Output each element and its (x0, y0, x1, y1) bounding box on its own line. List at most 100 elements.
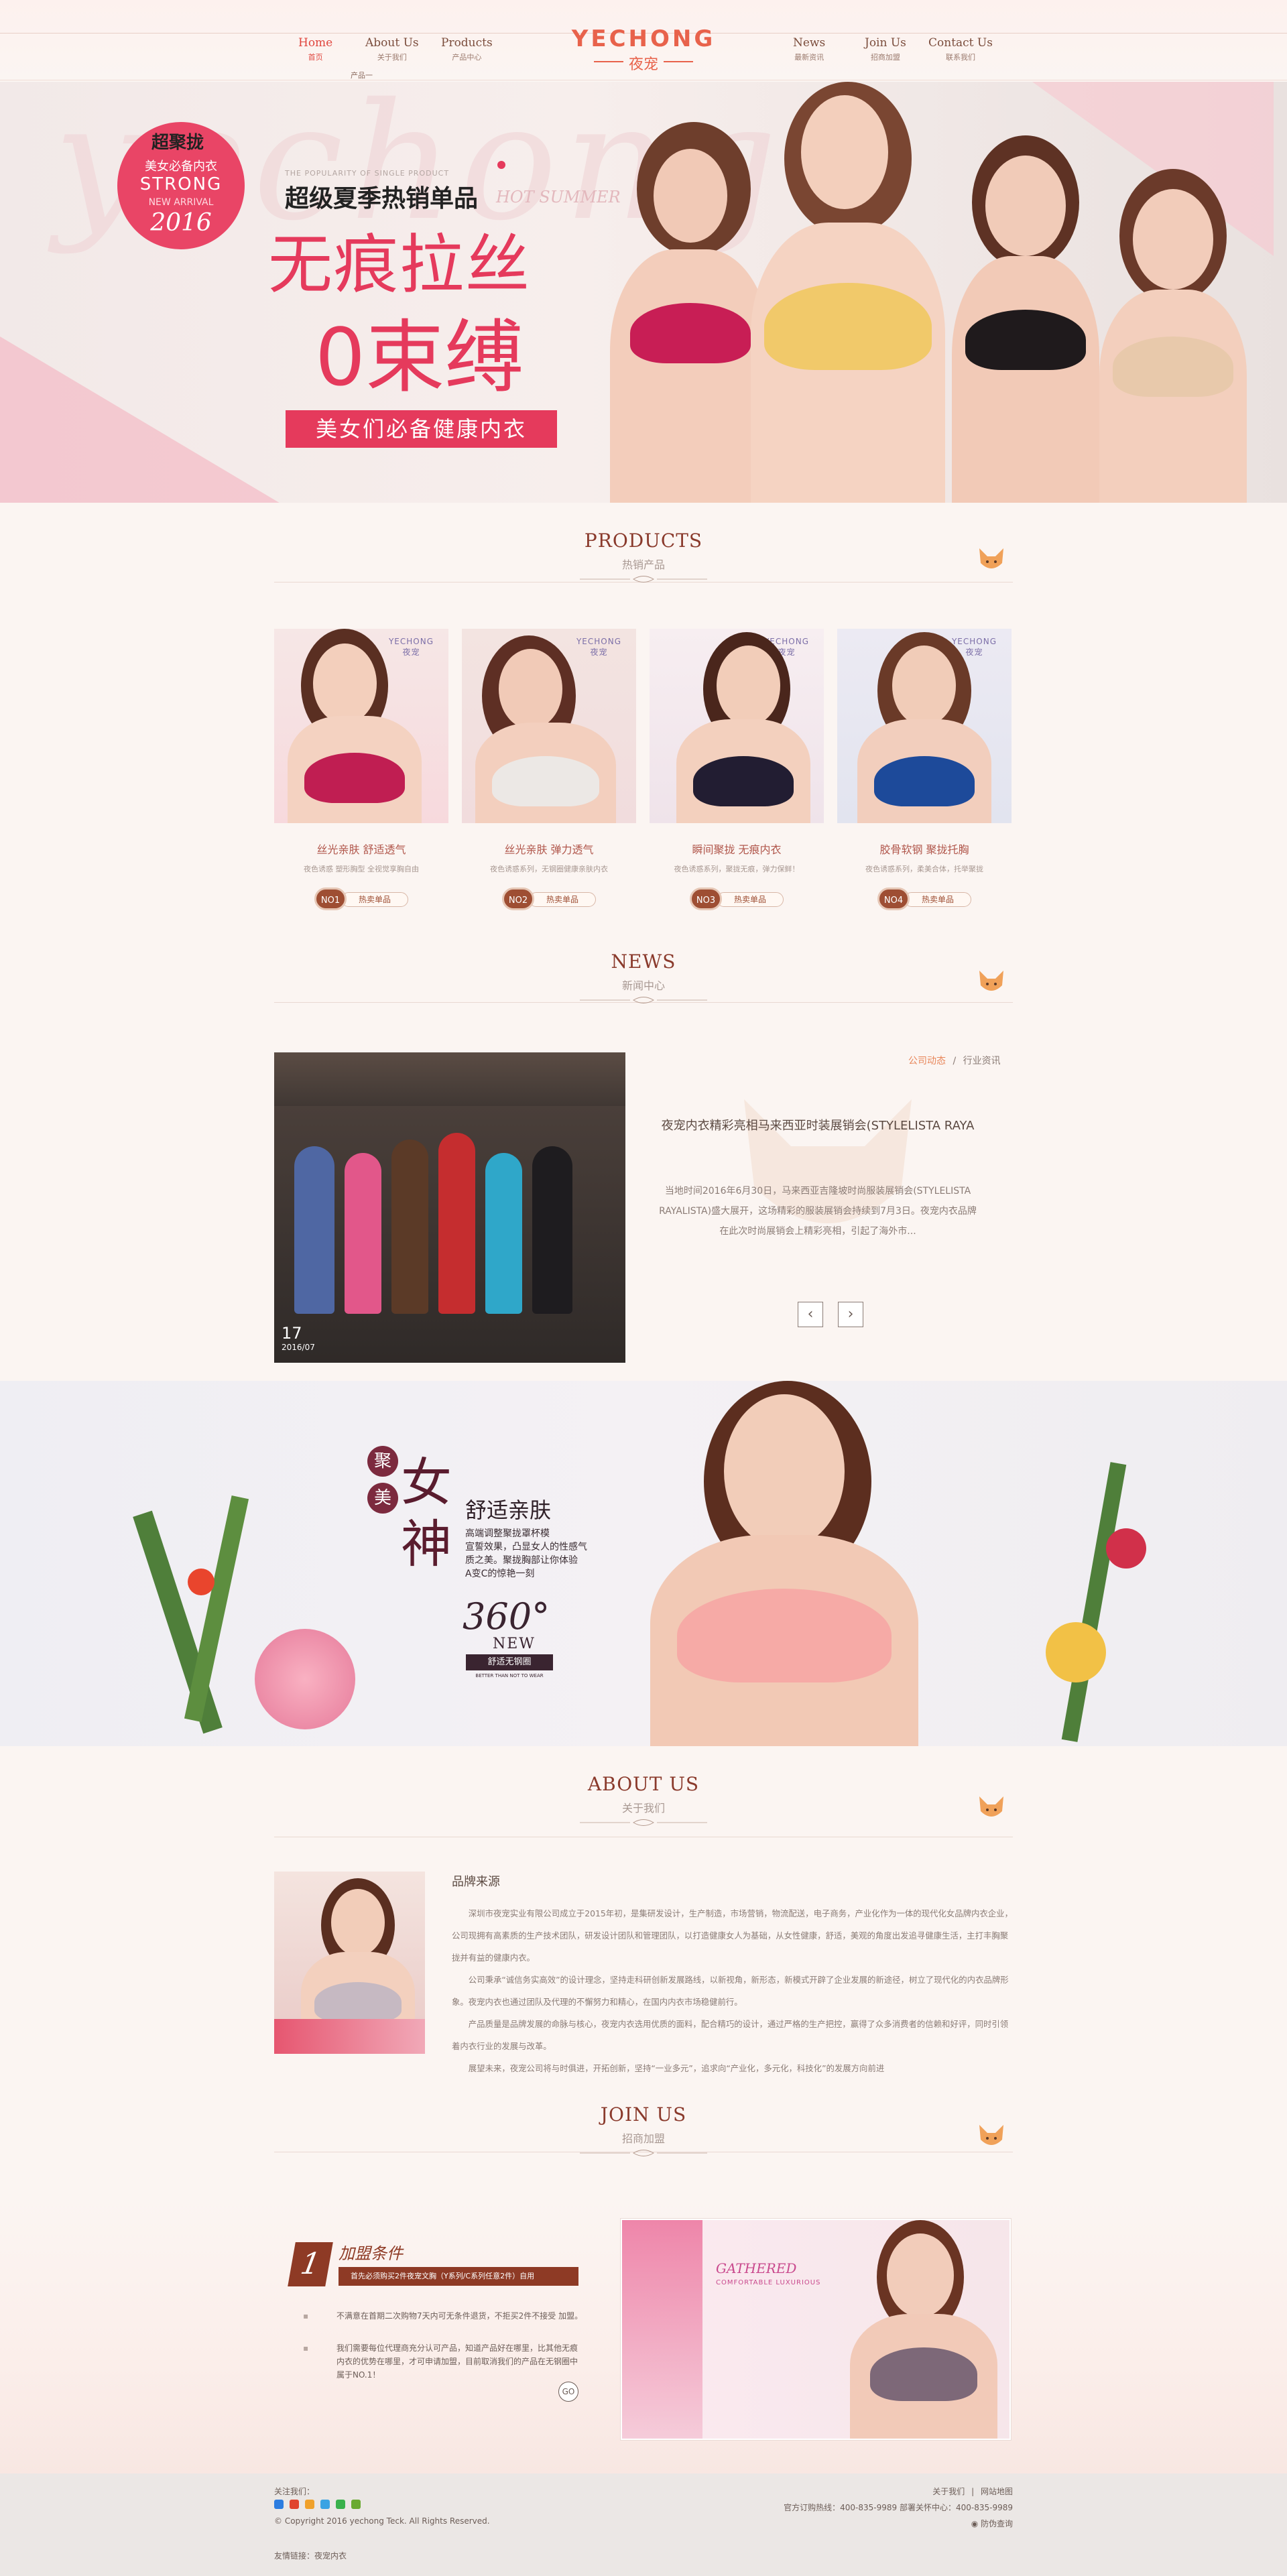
news-month: 2016/07 (282, 1343, 315, 1352)
wechat-icon[interactable] (336, 2500, 346, 2509)
product-image[interactable]: YECHONG 夜宠 (274, 629, 448, 823)
promo-slogan: 舒适亲肤 (465, 1497, 552, 1523)
news-heading: NEWS 新闻中心 (0, 950, 1287, 1005)
badge-line: 美女必备内衣 (145, 160, 217, 174)
nav-home[interactable]: Home 首页 (298, 36, 332, 62)
product-name[interactable]: 胶骨软钢 聚拢托胸 (837, 841, 1012, 857)
go-button[interactable]: GO (558, 2382, 578, 2402)
promo-tag: 舒适无钢圈 (466, 1654, 553, 1670)
top-navigation: Home 首页 About Us 关于我们 Products 产品中心 YECH… (0, 0, 1287, 80)
footer-about-link[interactable]: 关于我们 (932, 2487, 965, 2496)
footer-links[interactable]: 友情链接：夜宠内衣 (274, 2550, 347, 2561)
nav-dropdown-item[interactable]: 产品一 (351, 70, 373, 80)
about-text: 深圳市夜宠实业有限公司成立于2015年初，是集研发设计，生产制造，市场营销，物流… (452, 1902, 1014, 2079)
news-photo[interactable]: 17 2016/07 (274, 1052, 625, 1363)
news-title-en: NEWS (611, 950, 676, 973)
hot-item-tag[interactable]: 热卖单品 NO4 (877, 887, 971, 910)
condition-bar: 首先必须购买2件夜宠文胸（Y系列/C系列任意2件）自用 (339, 2267, 578, 2286)
fox-icon (979, 971, 1003, 991)
promo-banner[interactable]: 聚 美 女 神 舒适亲肤 高端调整聚拢罩杯模 宣誓效果，凸显女人的性感气 质之美… (0, 1381, 1287, 1746)
about-title-en: ABOUT US (587, 1773, 700, 1795)
product-desc: 夜色诱惑系列，无钢圈健康亲肤内衣 (490, 865, 608, 873)
nav-about-sub: 关于我们 (377, 53, 407, 62)
about-paragraph: 深圳市夜宠实业有限公司成立于2015年初，是集研发设计，生产制造，市场营销，物流… (452, 1908, 1013, 1963)
qq-icon[interactable] (274, 2500, 284, 2509)
news-day: 17 (282, 1324, 302, 1343)
nav-news[interactable]: News 最新资讯 (793, 36, 825, 62)
about-heading: ABOUT US 关于我们 (0, 1773, 1287, 1827)
badge-title: 超聚拢 (151, 133, 204, 153)
news-headline[interactable]: 夜宠内衣精彩亮相马来西亚时装展销会(STYLELISTA RAYA (647, 1116, 989, 1133)
join-heading: JOIN US 招商加盟 (0, 2103, 1287, 2158)
tab-industry-news[interactable]: 行业资讯 (963, 1056, 1001, 1066)
news-date: 17 2016/07 (282, 1324, 315, 1352)
product-card[interactable]: YECHONG 夜宠 丝光亲肤 弹力透气 夜色诱惑系列，无钢圈健康亲肤内衣 热卖单… (462, 629, 636, 910)
product-image[interactable]: YECHONG 夜宠 (462, 629, 636, 823)
tag-label: 热卖单品 (717, 892, 784, 907)
ornament-icon (580, 2150, 707, 2156)
tag-number: NO1 (314, 887, 347, 910)
join-image[interactable]: GATHERED COMFORTABLE LUXURIOUS (621, 2219, 1011, 2440)
nav-news-sub: 最新资讯 (794, 53, 824, 62)
flower-right-decoration (1005, 1448, 1193, 1746)
product-desc: 夜色诱惑 塑形胸型 全视觉享胸自由 (304, 865, 419, 873)
banner-dot (497, 161, 505, 169)
promo-desc-line: 质之美。聚拢胸部让你体验 (465, 1555, 578, 1566)
nav-join-sub: 招商加盟 (870, 53, 900, 62)
product-name[interactable]: 瞬间聚拢 无痕内衣 (650, 841, 824, 857)
hot-item-tag[interactable]: 热卖单品 NO2 (502, 887, 596, 910)
nav-products[interactable]: Products 产品中心 (441, 36, 493, 62)
product-desc: 夜色诱惑系列，柔美合体，托举聚拢 (865, 865, 983, 873)
footer-follow: 关注我们： (274, 2487, 315, 2496)
join-title-en: JOIN US (600, 2103, 687, 2126)
tag-label: 热卖单品 (529, 892, 596, 907)
product-brand-cn: 夜宠 (590, 648, 608, 657)
product-card[interactable]: YECHONG 夜宠 丝光亲肤 舒适透气 夜色诱惑 塑形胸型 全视觉享胸自由 热卖… (274, 629, 448, 910)
tencent-weibo-icon[interactable] (320, 2500, 330, 2509)
product-image[interactable]: YECHONG 夜宠 (837, 629, 1012, 823)
promo-tag-en: BETTER THAN NOT TO WEAR (475, 1673, 544, 1678)
site-logo[interactable]: YECHONG 夜宠 (567, 25, 720, 73)
nav-about[interactable]: About Us 关于我们 (365, 36, 419, 62)
nav-contact-label: Contact Us (928, 36, 993, 50)
nav-home-label: Home (298, 36, 333, 50)
nav-join[interactable]: Join Us 招商加盟 (865, 36, 906, 62)
product-brand: YECHONG 夜宠 (389, 637, 434, 658)
hot-item-tag[interactable]: 热卖单品 NO3 (690, 887, 784, 910)
ornament-icon (580, 576, 707, 582)
eye-icon: ◉ (971, 2519, 981, 2528)
fox-icon (979, 548, 1003, 568)
promo-char-mei: 美 (367, 1483, 398, 1514)
banner-triangle-left (0, 336, 282, 503)
badge-year: 2016 (150, 209, 212, 237)
product-name[interactable]: 丝光亲肤 舒适透气 (274, 841, 448, 857)
footer-sitemap-link[interactable]: 网站地图 (981, 2487, 1013, 2496)
promo-desc-line: A变C的惊艳一刻 (465, 1569, 535, 1579)
news-prev-button[interactable]: ‹ (798, 1302, 823, 1327)
logo-text-en: YECHONG (571, 25, 716, 52)
nav-products-sub: 产品中心 (452, 53, 482, 62)
list-item: 我们需要每位代理商充分认可产品，知道产品好在哪里，比其他无痕内衣的优势在哪里，才… (302, 2341, 583, 2382)
about-title-cn: 关于我们 (621, 1802, 665, 1815)
share-icon[interactable] (351, 2500, 361, 2509)
promo-char-shen: 神 (401, 1514, 452, 1574)
anti-fake-label: 防伪查询 (980, 2519, 1013, 2528)
footer-hotline: 官方订购热线：400-835-9989 部署关怀中心：400-835-9989 (784, 2503, 1013, 2512)
product-brand: YECHONG 夜宠 (576, 637, 621, 658)
product-image[interactable]: YECHONG 夜宠 (650, 629, 824, 823)
product-card[interactable]: YECHONG 夜宠 瞬间聚拢 无痕内衣 夜色诱惑系列，聚拢无痕，弹力保鲜！ 热卖… (650, 629, 824, 910)
footer-anti-fake[interactable]: ◉ 防伪查询 (971, 2518, 1013, 2529)
qzone-icon[interactable] (305, 2500, 315, 2509)
news-next-button[interactable]: › (838, 1302, 863, 1327)
product-brand-en: YECHONG (576, 637, 621, 646)
hero-banner[interactable]: yechong 超聚拢 美女必备内衣 STRONG NEW ARRIVAL 20… (0, 82, 1287, 503)
weibo-icon[interactable] (290, 2500, 300, 2509)
product-card[interactable]: YECHONG 夜宠 胶骨软钢 聚拢托胸 夜色诱惑系列，柔美合体，托举聚拢 热卖单… (837, 629, 1012, 910)
hot-item-tag[interactable]: 热卖单品 NO1 (314, 887, 408, 910)
list-item: 不满意在首期二次购物7天内可无条件退货，不拒买2件不接受 加盟。 (302, 2309, 583, 2323)
banner-model-2 (724, 82, 965, 503)
nav-contact[interactable]: Contact Us 联系我们 (928, 36, 993, 62)
banner-line-1: 超级夏季热销单品 (285, 185, 479, 212)
product-name[interactable]: 丝光亲肤 弹力透气 (462, 841, 636, 857)
tab-company-news[interactable]: 公司动态 (908, 1056, 946, 1066)
